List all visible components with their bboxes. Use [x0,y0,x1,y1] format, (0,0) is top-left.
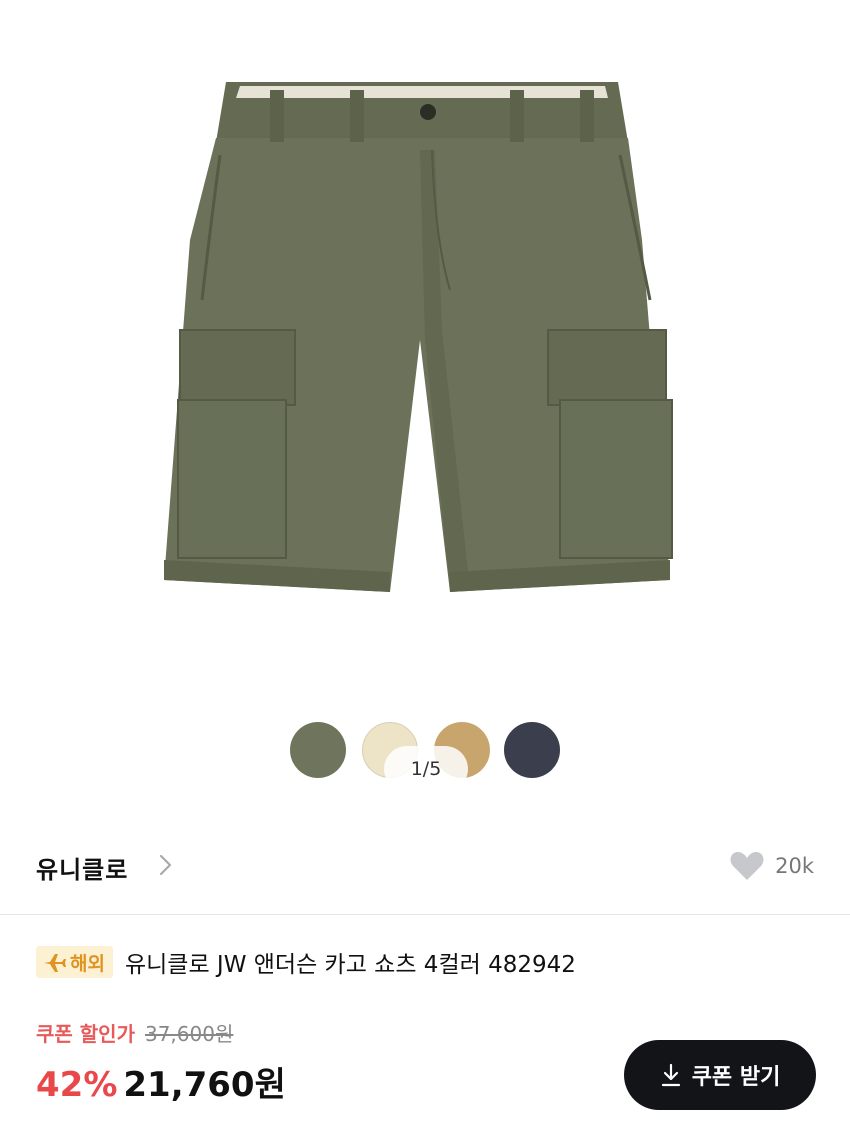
product-image [164,82,673,592]
like-button[interactable]: 20k [729,850,814,882]
get-coupon-button[interactable]: 쿠폰 받기 [624,1040,816,1110]
price-row: 42% 21,760원 [36,1057,286,1106]
discount-rate: 42% [36,1065,118,1105]
divider [0,914,850,915]
overseas-badge: 해외 [36,946,113,978]
page-indicator: 1/5 [384,746,468,792]
download-icon [661,1063,680,1087]
original-price: 37,600원 [144,1022,234,1046]
airplane-icon [44,954,66,972]
swatch-navy[interactable] [504,722,560,778]
coupon-button-label: 쿠폰 받기 [691,1065,781,1090]
badge-label: 해외 [70,952,105,975]
like-count: 20k [775,854,814,878]
product-title: 유니클로 JW 앤더슨 카고 쇼츠 4컬러 482942 [124,952,576,978]
price-block: 쿠폰 할인가 37,600원 42% 21,760원 [36,1018,286,1106]
product-title-row: 해외 유니클로 JW 앤더슨 카고 쇼츠 4컬러 482942 [36,944,576,980]
brand-name[interactable]: 유니클로 [36,850,128,885]
chevron-right-icon[interactable] [156,852,176,878]
final-price: 21,760원 [123,1065,286,1105]
coupon-label-row: 쿠폰 할인가 37,600원 [36,1018,286,1047]
swatch-olive[interactable] [290,722,346,778]
brand-row[interactable]: 유니클로 20k [0,836,850,896]
heart-icon[interactable] [729,850,765,882]
product-gallery[interactable]: 1/5 [0,0,850,820]
coupon-price-label: 쿠폰 할인가 [36,1022,135,1046]
